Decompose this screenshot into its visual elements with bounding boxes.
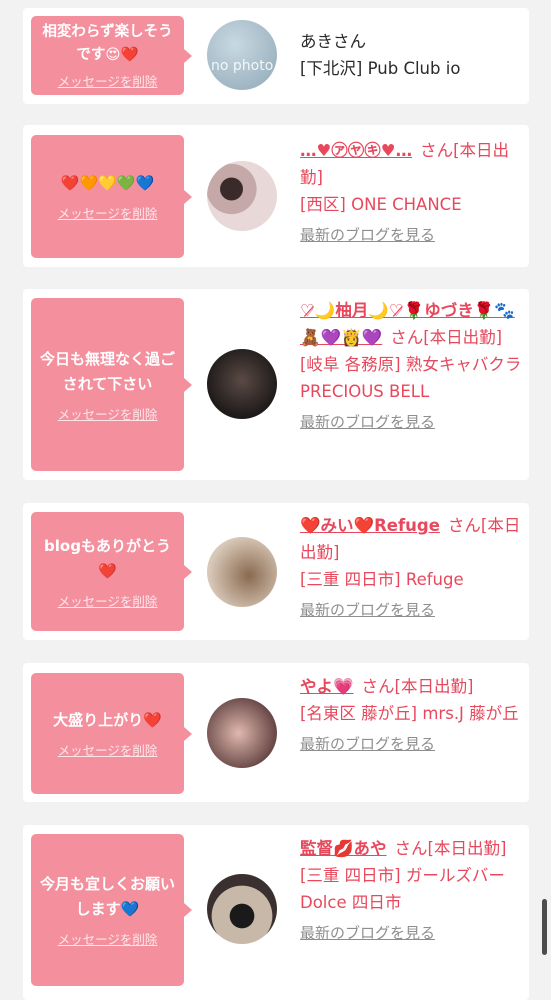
avatar[interactable] — [207, 537, 277, 607]
latest-blog-link[interactable]: 最新のブログを見る — [300, 222, 435, 249]
message-card: 今日も無理なく過ごされて下さい メッセージを削除 ♡̷🌙柚月🌙♡̷🌹ゆづき🌹🐾🧸… — [23, 289, 529, 480]
sender-info: 監督💋あや さん[本日出勤] [三重 四日市] ガールズバー Dolce 四日市 … — [300, 835, 522, 947]
sender-info: ♡̷🌙柚月🌙♡̷🌹ゆづき🌹🐾🧸💜👸💜 さん[本日出勤] [岐阜 各務原] 熟女キャ… — [300, 297, 522, 436]
message-text: 大盛り上がり❤️ — [53, 711, 162, 729]
sender-status: さん[本日出勤] — [361, 677, 474, 696]
shop-name: [三重 四日市] ガールズバー Dolce 四日市 — [300, 866, 505, 912]
shop-name: [名東区 藤が丘] mrs.J 藤が丘 — [300, 704, 519, 723]
delete-message-link[interactable]: メッセージを削除 — [58, 929, 158, 948]
message-text: ❤️🧡💛💚💙 — [60, 174, 155, 192]
delete-message-link[interactable]: メッセージを削除 — [58, 404, 158, 423]
message-card: 相変わらず楽しそうです😍❤️ メッセージを削除 no photo あきさん [下… — [23, 8, 529, 104]
sender-info: …♥㋐㋳㋖♥… さん[本日出勤] [西区] ONE CHANCE 最新のブログを見… — [300, 137, 522, 249]
avatar[interactable] — [207, 349, 277, 419]
latest-blog-link[interactable]: 最新のブログを見る — [300, 409, 435, 436]
message-text: 相変わらず楽しそうです😍❤️ — [42, 24, 173, 63]
scrollbar[interactable] — [542, 899, 547, 955]
avatar[interactable]: no photo — [207, 20, 277, 90]
latest-blog-link[interactable]: 最新のブログを見る — [300, 597, 435, 624]
message-text: 今日も無理なく過ごされて下さい — [39, 349, 175, 393]
sender-name: あきさん — [300, 32, 366, 51]
message-card: 今月も宜しくお願いします💙 メッセージを削除 監督💋あや さん[本日出勤] [三重… — [23, 825, 529, 1000]
message-card: blogもありがとう❤️ メッセージを削除 ❤️みい❤️Refuge さん[本日出… — [23, 503, 529, 640]
delete-message-link[interactable]: メッセージを削除 — [58, 740, 158, 759]
delete-message-link[interactable]: メッセージを削除 — [58, 71, 158, 90]
sender-status: さん[本日出勤] — [394, 839, 507, 858]
sender-name[interactable]: ❤️みい❤️Refuge — [300, 516, 440, 535]
avatar[interactable] — [207, 161, 277, 231]
message-text: 今月も宜しくお願いします💙 — [39, 875, 175, 918]
sender-name[interactable]: …♥㋐㋳㋖♥… — [300, 141, 412, 160]
message-bubble: ❤️🧡💛💚💙 メッセージを削除 — [31, 135, 192, 258]
message-bubble: 大盛り上がり❤️ メッセージを削除 — [31, 673, 192, 794]
sender-info: ❤️みい❤️Refuge さん[本日出勤] [三重 四日市] Refuge 最新の… — [300, 512, 522, 624]
sender-name[interactable]: やよ💗 — [300, 677, 354, 696]
shop-name: [西区] ONE CHANCE — [300, 195, 462, 214]
shop-name: [三重 四日市] Refuge — [300, 570, 464, 589]
sender-name[interactable]: 監督💋あや — [300, 839, 387, 858]
message-bubble: 相変わらず楽しそうです😍❤️ メッセージを削除 — [31, 16, 192, 95]
sender-info: あきさん [下北沢] Pub Club io — [300, 28, 522, 82]
shop-name: [下北沢] Pub Club io — [300, 59, 461, 78]
latest-blog-link[interactable]: 最新のブログを見る — [300, 731, 435, 758]
message-bubble: 今日も無理なく過ごされて下さい メッセージを削除 — [31, 298, 192, 471]
message-bubble: blogもありがとう❤️ メッセージを削除 — [31, 512, 192, 631]
delete-message-link[interactable]: メッセージを削除 — [58, 591, 158, 610]
message-bubble: 今月も宜しくお願いします💙 メッセージを削除 — [31, 834, 192, 986]
message-card: 大盛り上がり❤️ メッセージを削除 やよ💗 さん[本日出勤] [名東区 藤が丘] … — [23, 663, 529, 802]
no-photo-label: no photo — [211, 58, 274, 74]
avatar[interactable] — [207, 874, 277, 944]
latest-blog-link[interactable]: 最新のブログを見る — [300, 920, 435, 947]
sender-status: さん[本日出勤] — [390, 328, 503, 347]
sender-info: やよ💗 さん[本日出勤] [名東区 藤が丘] mrs.J 藤が丘 最新のブログを見… — [300, 673, 522, 758]
message-text: blogもありがとう❤️ — [44, 536, 171, 580]
delete-message-link[interactable]: メッセージを削除 — [58, 203, 158, 222]
shop-name: [岐阜 各務原] 熟女キャバクラ PRECIOUS BELL — [300, 355, 522, 401]
message-card: ❤️🧡💛💚💙 メッセージを削除 …♥㋐㋳㋖♥… さん[本日出勤] [西区] ONE… — [23, 125, 529, 267]
avatar[interactable] — [207, 698, 277, 768]
